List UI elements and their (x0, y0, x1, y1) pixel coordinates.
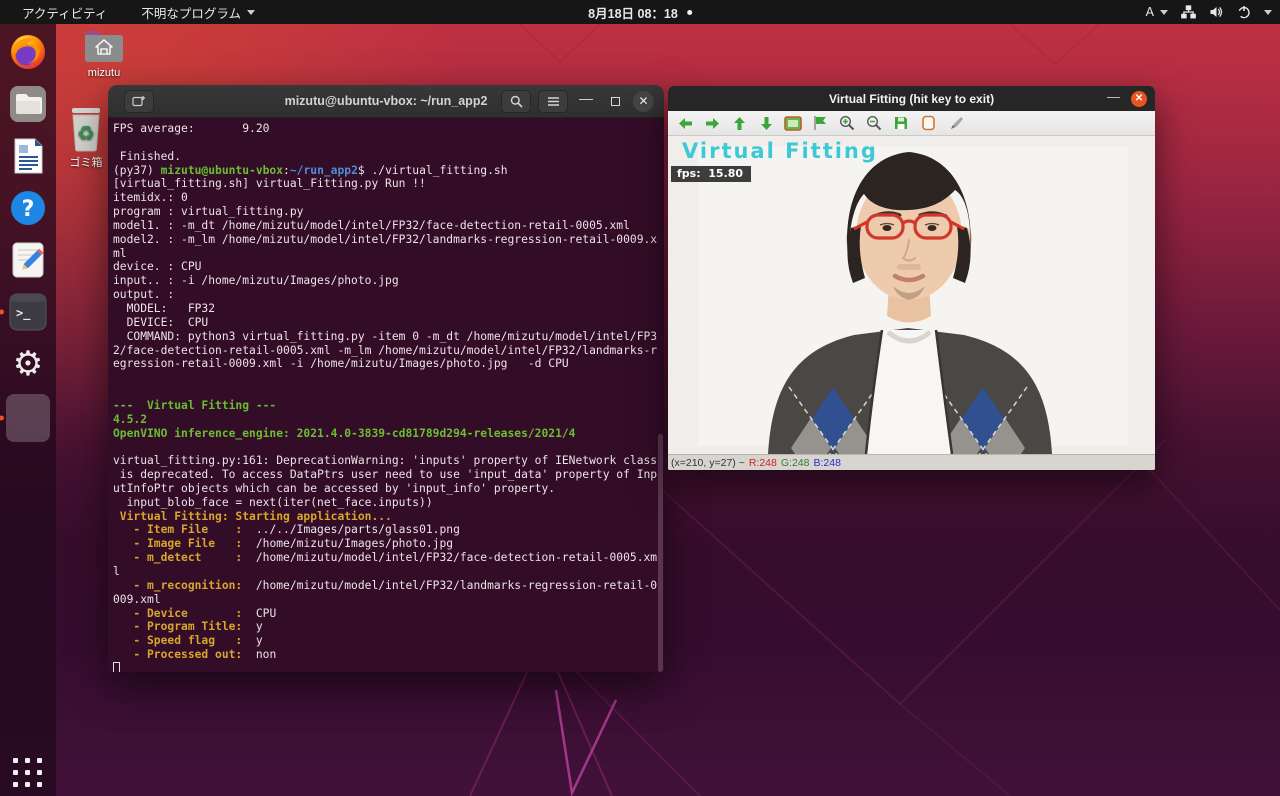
gear-icon: ⚙ (13, 347, 43, 381)
save-icon[interactable] (892, 114, 910, 132)
firefox-icon (8, 32, 48, 72)
keyboard-layout-label: A (1146, 5, 1154, 19)
help-icon: ? (8, 188, 48, 228)
dock-item-text-editor[interactable] (6, 238, 50, 282)
svg-text:♻: ♻ (77, 121, 95, 145)
running-indicator (0, 416, 4, 421)
pan-down-icon[interactable] (757, 114, 775, 132)
zoom-region-icon[interactable] (811, 114, 829, 132)
svg-text:?: ? (22, 197, 35, 222)
files-icon (8, 84, 48, 124)
top-bar: アクティビティ 不明なプログラム 8月18日 08：18 A (0, 0, 1280, 24)
vf-status-bar: (x=210, y=27) ~ R:248 G:248 B:248 (668, 454, 1155, 470)
fitted-photo (668, 136, 1155, 454)
trash-icon: ♻ (66, 104, 106, 152)
desktop-screen: アクティビティ 不明なプログラム 8月18日 08：18 A (0, 0, 1280, 796)
dock-item-unknown-app[interactable] (6, 394, 50, 442)
vf-fps-badge: fps: 15.80 (671, 166, 751, 182)
dock-item-files[interactable] (6, 82, 50, 126)
dock-item-firefox[interactable] (6, 30, 50, 74)
properties-icon[interactable] (919, 114, 937, 132)
home-folder-label: mizutu (88, 67, 120, 79)
pan-left-icon[interactable] (676, 114, 694, 132)
pan-up-icon[interactable] (730, 114, 748, 132)
desktop-icon-home[interactable]: mizutu (72, 27, 136, 79)
activities-label: アクティビティ (22, 3, 107, 22)
zoom-in-icon[interactable] (838, 114, 856, 132)
zoom-out-icon[interactable] (865, 114, 883, 132)
power-icon[interactable] (1237, 5, 1251, 19)
pixel-r-value: R:248 (749, 457, 777, 469)
terminal-output[interactable]: FPS average: 9.20 Finished.(py37) mizutu… (108, 118, 664, 672)
search-icon (510, 95, 523, 108)
app-menu-button[interactable]: 不明なプログラム (141, 3, 255, 22)
chevron-down-icon (1160, 10, 1168, 15)
search-button[interactable] (501, 90, 531, 113)
terminal-title: mizutu@ubuntu-vbox: ~/run_app2 (285, 94, 488, 108)
pixel-g-value: G:248 (781, 457, 810, 469)
text-editor-icon (8, 240, 48, 280)
terminal-icon: >_ (8, 292, 48, 332)
close-button[interactable]: ✕ (633, 91, 654, 112)
activities-button[interactable]: アクティビティ (22, 3, 107, 22)
new-tab-button[interactable] (124, 90, 154, 113)
vf-title: Virtual Fitting (hit key to exit) (829, 92, 994, 106)
show-applications-button[interactable] (13, 758, 43, 788)
minimize-button[interactable]: — (1107, 89, 1120, 104)
vf-image-area[interactable]: Virtual Fitting fps: 15.80 (668, 136, 1155, 454)
unknown-app-icon (6, 394, 50, 442)
close-button[interactable]: ✕ (1131, 91, 1147, 107)
terminal-scrollbar[interactable] (657, 118, 663, 672)
pixel-b-value: B:248 (813, 457, 840, 469)
zoom-reset-icon[interactable] (784, 114, 802, 132)
clock-button[interactable]: 8月18日 08：18 (588, 3, 692, 22)
chevron-down-icon (247, 10, 255, 15)
vf-overlay-title: Virtual Fitting (682, 139, 878, 163)
menu-button[interactable] (538, 90, 568, 113)
network-icon[interactable] (1181, 5, 1196, 19)
pixel-coords-label: (x=210, y=27) ~ (671, 457, 745, 469)
dock-item-terminal[interactable]: >_ (6, 290, 50, 334)
maximize-button[interactable] (604, 90, 626, 112)
dock-item-settings[interactable]: ⚙ (6, 342, 50, 386)
vf-titlebar[interactable]: Virtual Fitting (hit key to exit) — ✕ (668, 86, 1155, 111)
paint-icon[interactable] (946, 114, 964, 132)
virtual-fitting-window: Virtual Fitting (hit key to exit) — ✕ (668, 86, 1155, 470)
vf-toolbar (668, 111, 1155, 136)
minimize-button[interactable]: — (575, 87, 597, 109)
hamburger-icon (547, 96, 560, 107)
running-indicator (0, 310, 4, 315)
home-folder-icon (82, 27, 126, 65)
new-tab-icon (132, 95, 146, 107)
keyboard-indicator[interactable]: A (1146, 5, 1168, 19)
pan-right-icon[interactable] (703, 114, 721, 132)
svg-text:>_: >_ (16, 306, 31, 321)
clock-label: 8月18日 08：18 (588, 3, 678, 22)
notification-dot-icon (687, 10, 692, 15)
dock-item-help[interactable]: ? (6, 186, 50, 230)
terminal-titlebar[interactable]: mizutu@ubuntu-vbox: ~/run_app2 — ✕ (108, 85, 664, 118)
terminal-window: mizutu@ubuntu-vbox: ~/run_app2 — ✕ (108, 85, 664, 672)
chevron-down-icon[interactable] (1264, 10, 1272, 15)
dock-item-libreoffice-writer[interactable] (6, 134, 50, 178)
writer-icon (8, 136, 48, 176)
trash-label: ゴミ箱 (70, 157, 103, 169)
app-menu-label: 不明なプログラム (141, 3, 241, 22)
dock: ? >_ ⚙ (0, 24, 56, 796)
volume-icon[interactable] (1209, 5, 1224, 19)
